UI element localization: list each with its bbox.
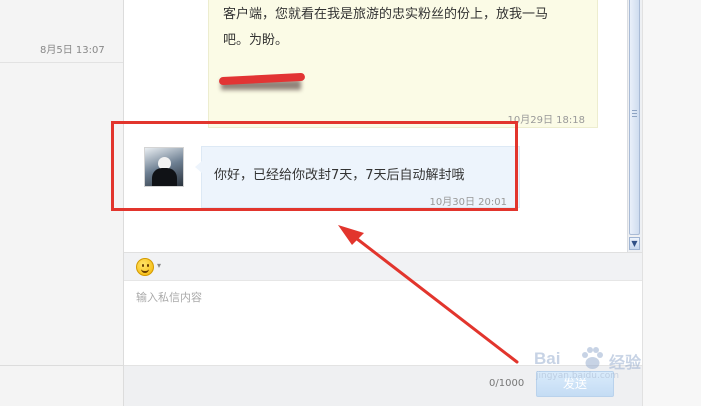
character-counter: 0/1000 [489, 378, 525, 389]
received-message-text: 客户端，您就看在我是旅游的忠实粉丝的份上，放我一马 吧。为盼。 [223, 2, 573, 54]
message-line: 客户端，您就看在我是旅游的忠实粉丝的份上，放我一马 [223, 7, 549, 22]
conversation-preview: 一 [52, 0, 63, 7]
thread-scrollbar[interactable]: ▼ [627, 0, 642, 252]
watermark-brand-cn: 经验 [609, 353, 642, 372]
scroll-thumb[interactable] [629, 0, 640, 235]
emoji-button[interactable]: ▾ [136, 258, 168, 277]
conversation-timestamp: 8月5日 13:07 [40, 45, 105, 56]
message-line: 吧。为盼。 [223, 33, 289, 48]
composer-toolbar: ▾ [124, 252, 642, 281]
watermark-brand: Bai [534, 349, 561, 368]
message-timestamp: 10月29日 18:18 [507, 115, 585, 126]
divider [0, 365, 123, 366]
received-message-bubble: 客户端，您就看在我是旅游的忠实粉丝的份上，放我一马 吧。为盼。 10月29日 1… [208, 0, 598, 128]
grip-icon [632, 110, 637, 119]
conversation-list: 一 8月5日 13:07 [0, 0, 124, 406]
paw-icon [582, 347, 603, 369]
conversation-list-item[interactable]: 一 8月5日 13:07 [0, 0, 123, 63]
smiley-icon [136, 258, 154, 276]
annotation-highlight-box [111, 121, 518, 211]
chevron-down-icon: ▾ [157, 261, 162, 270]
smiley-mouth [141, 267, 149, 273]
baidu-jingyan-watermark: Bai 经验 jingyan.baidu.com [534, 343, 664, 383]
watermark-url: jingyan.baidu.com [536, 371, 620, 381]
scroll-down-button[interactable]: ▼ [629, 237, 640, 250]
